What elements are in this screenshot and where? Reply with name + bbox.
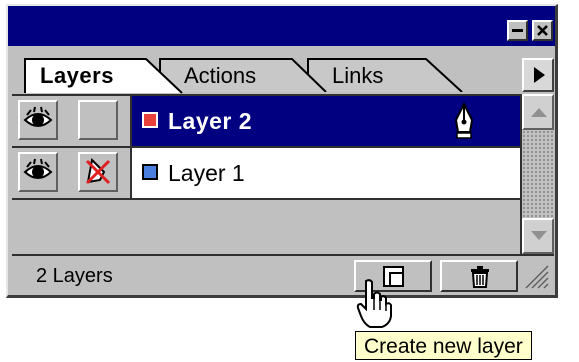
tab-links-label: Links: [332, 63, 384, 88]
layer-count-label: 2 Layers: [36, 265, 113, 287]
layer-list: Layer 2 Layer 1: [12, 94, 520, 254]
minimize-icon: [512, 29, 523, 32]
close-icon: [537, 25, 548, 36]
eye-icon: [23, 158, 53, 179]
tooltip: Create new layer: [355, 331, 532, 360]
eye-icon: [23, 106, 53, 127]
layer-color-swatch: [142, 164, 158, 180]
no-edit-icon: [85, 157, 111, 185]
resize-grip-icon[interactable]: [520, 260, 550, 290]
visibility-toggle[interactable]: [18, 152, 58, 192]
lock-toggle[interactable]: [78, 152, 118, 192]
layer-row[interactable]: Layer 2: [12, 96, 520, 148]
triangle-right-icon: [534, 67, 545, 83]
scroll-track[interactable]: [522, 130, 554, 218]
vertical-scrollbar[interactable]: [520, 94, 554, 254]
tab-layers-label: Layers: [40, 63, 114, 88]
layer-name: Layer 2: [168, 108, 253, 134]
close-button[interactable]: [532, 20, 553, 41]
tab-links[interactable]: Links: [306, 58, 464, 92]
layer-name-area[interactable]: Layer 1: [132, 148, 520, 198]
minimize-button[interactable]: [507, 20, 528, 41]
layer-row[interactable]: Layer 1: [12, 148, 520, 200]
layers-palette: Links Actions Layers Layer 2 Layer 1 2 L…: [6, 4, 558, 298]
scroll-down-arrow-icon: [531, 231, 547, 240]
palette-menu-button[interactable]: [522, 58, 554, 92]
hand-pointer-cursor-icon: [356, 279, 392, 328]
palette-footer: 2 Layers: [12, 254, 554, 292]
layer-name: Layer 1: [168, 160, 245, 186]
scroll-up-button[interactable]: [522, 94, 554, 130]
scroll-up-arrow-icon: [531, 108, 547, 117]
scroll-down-button[interactable]: [522, 218, 554, 254]
layer-name-area[interactable]: Layer 2: [132, 96, 520, 146]
layer-color-swatch: [142, 112, 158, 128]
visibility-toggle[interactable]: [18, 100, 58, 140]
tab-shape: [307, 58, 463, 92]
palette-tab-row: Links Actions Layers: [8, 46, 555, 94]
tab-actions-label: Actions: [184, 63, 257, 88]
lock-toggle[interactable]: [78, 100, 118, 140]
palette-title-bar[interactable]: [8, 6, 555, 46]
pen-nib-icon: [454, 102, 474, 139]
delete-layer-button[interactable]: [440, 260, 518, 292]
tab-layers[interactable]: Layers: [24, 58, 184, 94]
trash-icon: [471, 266, 489, 288]
